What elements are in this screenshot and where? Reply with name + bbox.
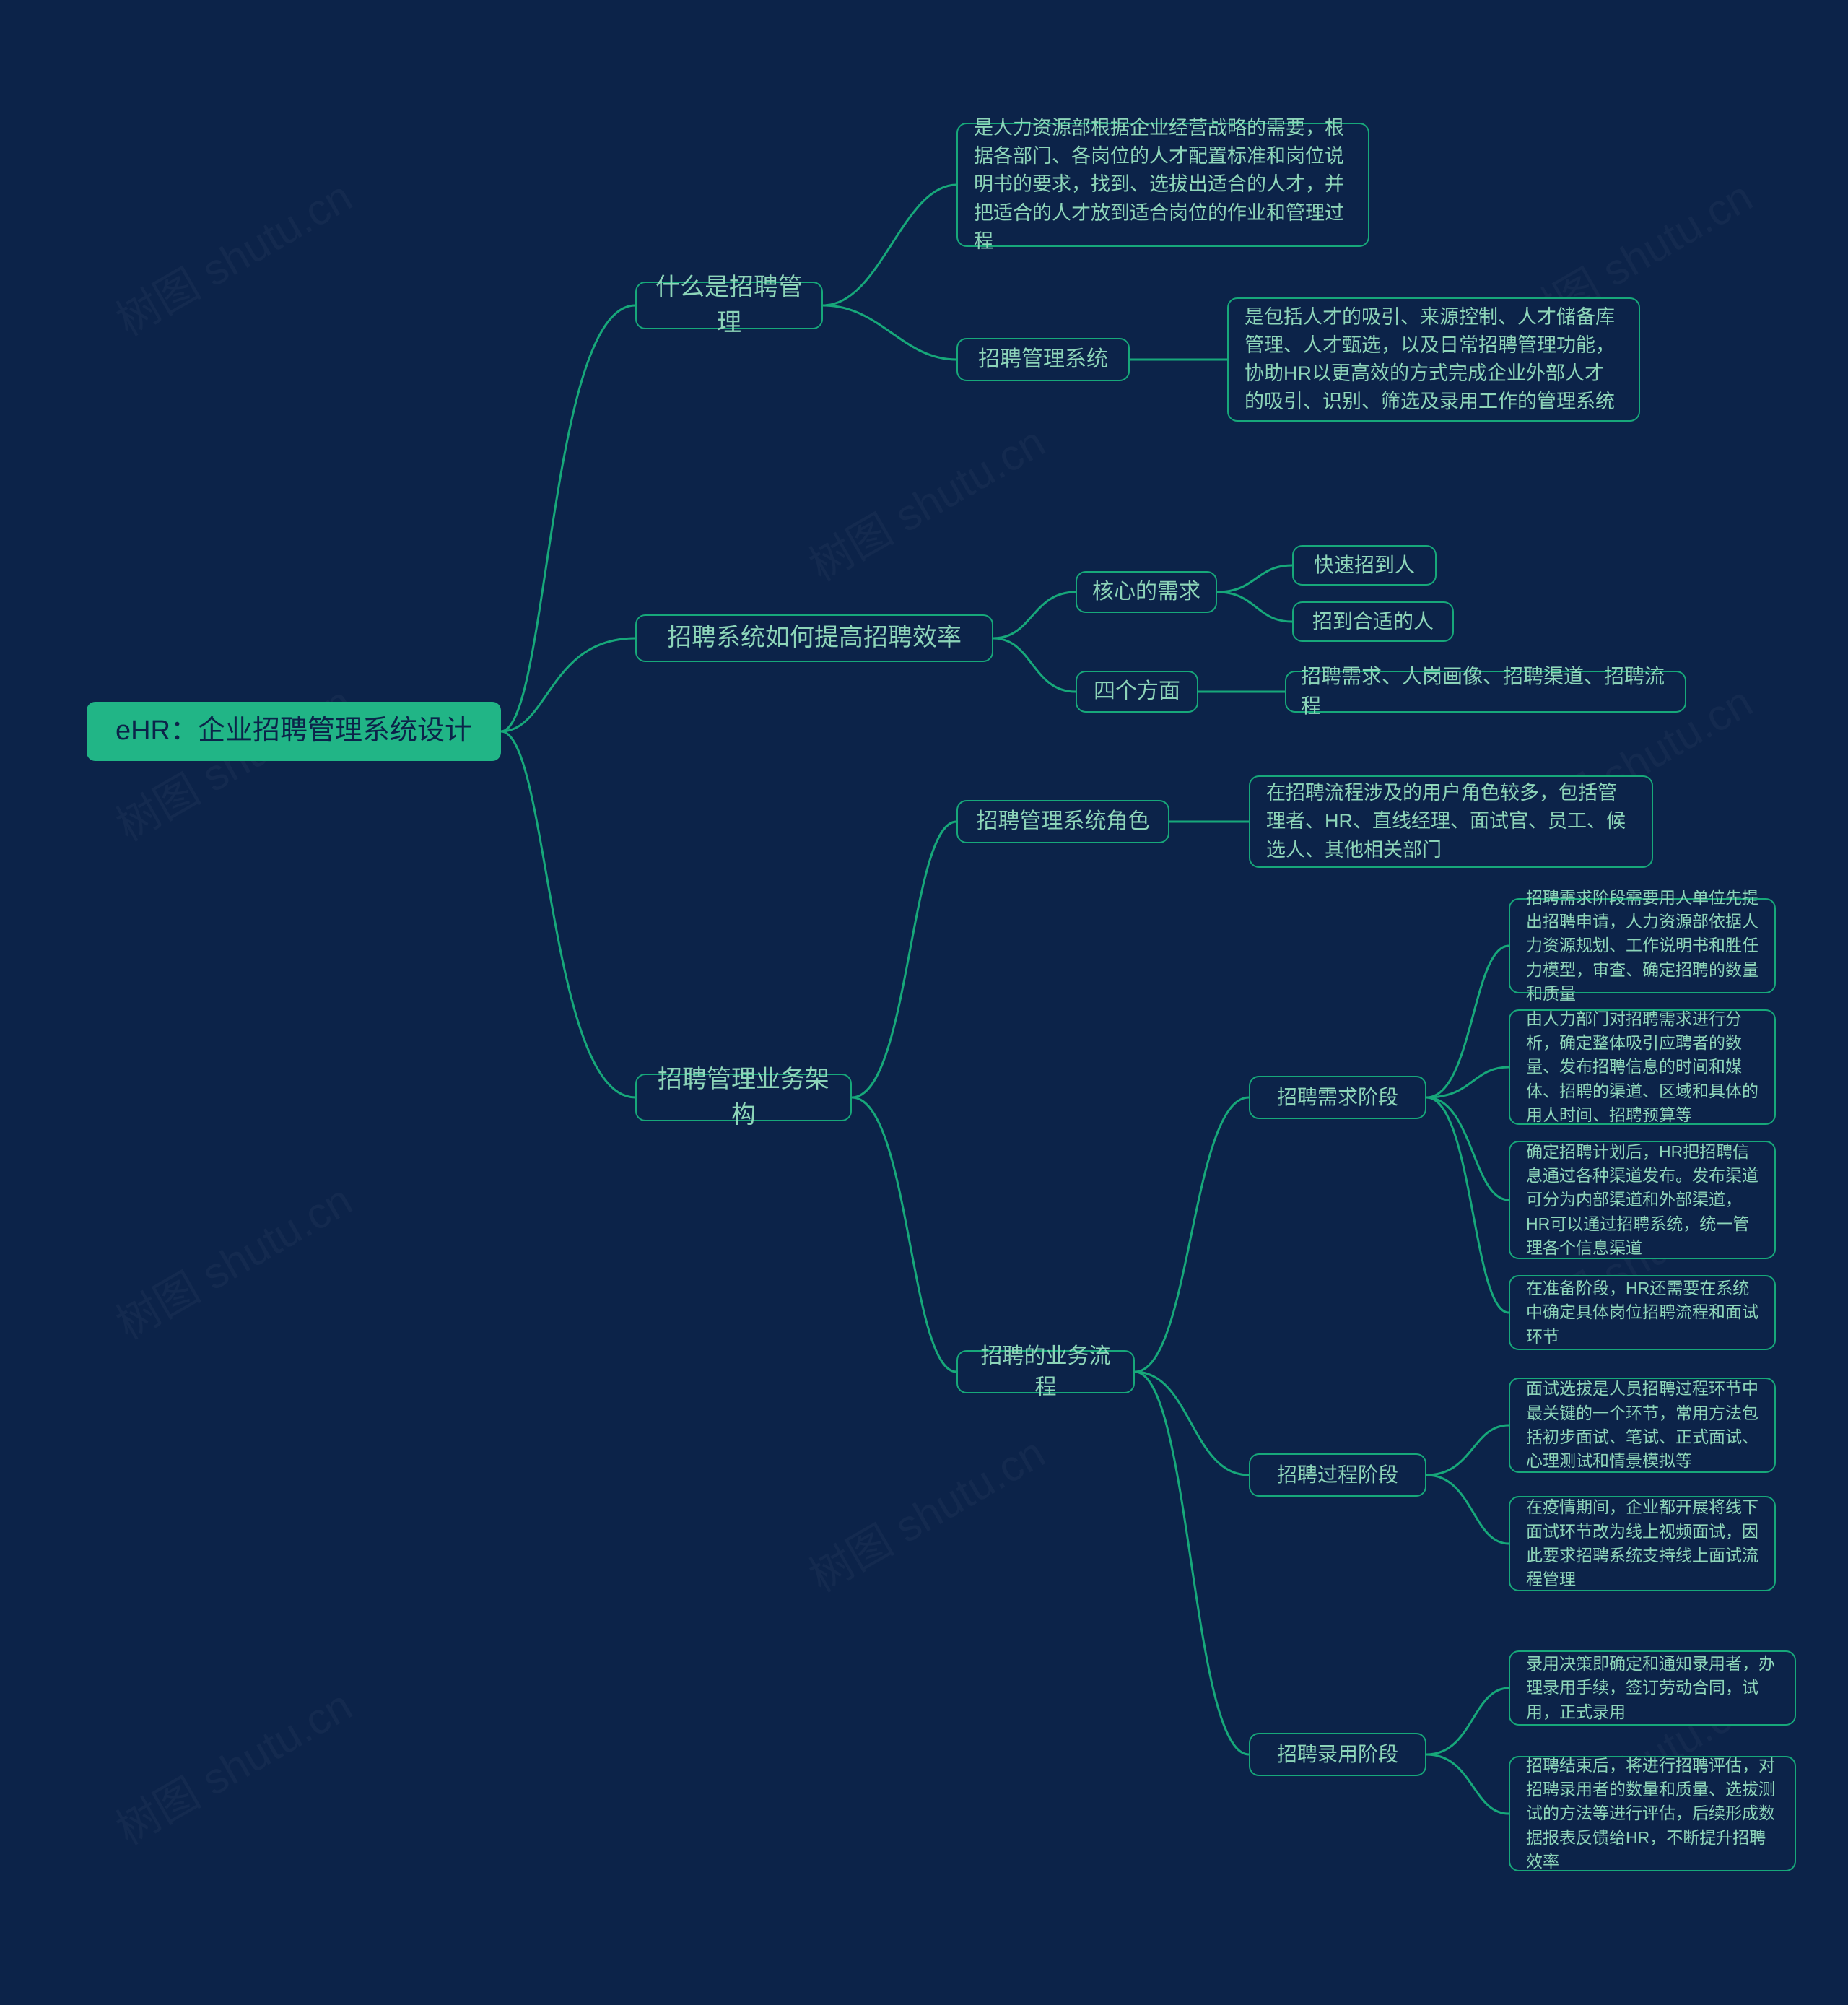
leaf-text: 在疫情期间，企业都开展将线下面试环节改为线上视频面试，因此要求招聘系统支持线上面… (1526, 1495, 1758, 1591)
leaf-text: 面试选拔是人员招聘过程环节中最关键的一个环节，常用方法包括初步面试、笔试、正式面… (1526, 1377, 1758, 1473)
node-label: 核心的需求 (1092, 576, 1200, 608)
leaf-demand-4[interactable]: 在准备阶段，HR还需要在系统中确定具体岗位招聘流程和面试环节 (1509, 1275, 1776, 1350)
leaf-text: 快速招到人 (1314, 551, 1415, 580)
leaf-text: 招聘需求、人岗画像、招聘渠道、招聘流程 (1301, 662, 1670, 721)
leaf-text: 在准备阶段，HR还需要在系统中确定具体岗位招聘流程和面试环节 (1526, 1276, 1758, 1349)
node-label: 招聘管理业务架构 (651, 1062, 836, 1134)
leaf-text: 由人力部门对招聘需求进行分析，确定整体吸引应聘者的数量、发布招聘信息的时间和媒体… (1526, 1007, 1758, 1128)
leaf-hire-fit[interactable]: 招到合适的人 (1292, 601, 1454, 642)
leaf-what-is-desc[interactable]: 是人力资源部根据企业经营战略的需要，根据各部门、各岗位的人才配置标准和岗位说明书… (956, 123, 1369, 247)
node-phase-hire[interactable]: 招聘录用阶段 (1249, 1733, 1426, 1776)
leaf-text: 是人力资源部根据企业经营战略的需要，根据各部门、各岗位的人才配置标准和岗位说明书… (974, 114, 1352, 256)
node-label: 招聘管理系统 (978, 344, 1108, 375)
leaf-fast-hire[interactable]: 快速招到人 (1292, 545, 1437, 586)
node-phase-demand[interactable]: 招聘需求阶段 (1249, 1076, 1426, 1119)
node-core-need[interactable]: 核心的需求 (1076, 571, 1217, 613)
watermark: 树图 shutu.cn (103, 1671, 362, 1857)
node-system-roles[interactable]: 招聘管理系统角色 (956, 800, 1169, 843)
leaf-text: 招聘结束后，将进行招聘评估，对招聘录用者的数量和质量、选拔测试的方法等进行评估，… (1526, 1754, 1779, 1874)
mindmap-canvas: { "watermark": "树图 shutu.cn", "root": { … (0, 0, 1848, 2005)
root-node[interactable]: eHR：企业招聘管理系统设计 (87, 702, 501, 761)
leaf-process-2[interactable]: 在疫情期间，企业都开展将线下面试环节改为线上视频面试，因此要求招聘系统支持线上面… (1509, 1496, 1776, 1591)
leaf-text: 是包括人才的吸引、来源控制、人才储备库管理、人才甄选，以及日常招聘管理功能，协助… (1245, 303, 1623, 417)
node-recruit-mgmt-system[interactable]: 招聘管理系统 (956, 338, 1130, 381)
leaf-hire-2[interactable]: 招聘结束后，将进行招聘评估，对招聘录用者的数量和质量、选拔测试的方法等进行评估，… (1509, 1756, 1796, 1871)
leaf-text: 录用决策即确定和通知录用者，办理录用手续，签订劳动合同，试用，正式录用 (1526, 1652, 1779, 1724)
watermark: 树图 shutu.cn (103, 162, 362, 348)
watermark: 树图 shutu.cn (103, 1166, 362, 1352)
node-label: 招聘系统如何提高招聘效率 (667, 620, 962, 656)
node-label: 四个方面 (1094, 676, 1180, 708)
node-four-aspects[interactable]: 四个方面 (1076, 671, 1198, 713)
node-label: 什么是招聘管理 (651, 270, 807, 342)
leaf-demand-1[interactable]: 招聘需求阶段需要用人单位先提出招聘申请，人力资源部依据人力资源规划、工作说明书和… (1509, 898, 1776, 993)
leaf-text: 确定招聘计划后，HR把招聘信息通过各种渠道发布。发布渠道可分为内部渠道和外部渠道… (1526, 1140, 1758, 1261)
node-label: 招聘的业务流程 (972, 1341, 1119, 1404)
watermark: 树图 shutu.cn (796, 408, 1055, 593)
node-label: 招聘管理系统角色 (977, 806, 1150, 838)
leaf-text: 招到合适的人 (1312, 607, 1434, 637)
node-how-improve[interactable]: 招聘系统如何提高招聘效率 (635, 614, 993, 662)
root-label: eHR：企业招聘管理系统设计 (116, 711, 472, 751)
leaf-text: 招聘需求阶段需要用人单位先提出招聘申请，人力资源部依据人力资源规划、工作说明书和… (1526, 886, 1758, 1006)
leaf-demand-3[interactable]: 确定招聘计划后，HR把招聘信息通过各种渠道发布。发布渠道可分为内部渠道和外部渠道… (1509, 1141, 1776, 1259)
node-what-is[interactable]: 什么是招聘管理 (635, 282, 823, 329)
leaf-process-1[interactable]: 面试选拔是人员招聘过程环节中最关键的一个环节，常用方法包括初步面试、笔试、正式面… (1509, 1378, 1776, 1473)
node-label: 招聘需求阶段 (1277, 1083, 1398, 1113)
node-business-arch[interactable]: 招聘管理业务架构 (635, 1074, 852, 1121)
leaf-text: 在招聘流程涉及的用户角色较多，包括管理者、HR、直线经理、面试官、员工、候选人、… (1266, 779, 1636, 864)
leaf-recruit-mgmt-system-desc[interactable]: 是包括人才的吸引、来源控制、人才储备库管理、人才甄选，以及日常招聘管理功能，协助… (1227, 297, 1640, 422)
leaf-system-roles-desc[interactable]: 在招聘流程涉及的用户角色较多，包括管理者、HR、直线经理、面试官、员工、候选人、… (1249, 775, 1653, 868)
leaf-four-aspects-detail[interactable]: 招聘需求、人岗画像、招聘渠道、招聘流程 (1285, 671, 1686, 713)
node-label: 招聘过程阶段 (1277, 1461, 1398, 1490)
node-business-process[interactable]: 招聘的业务流程 (956, 1350, 1135, 1393)
node-label: 招聘录用阶段 (1277, 1740, 1398, 1770)
node-phase-process[interactable]: 招聘过程阶段 (1249, 1453, 1426, 1497)
leaf-demand-2[interactable]: 由人力部门对招聘需求进行分析，确定整体吸引应聘者的数量、发布招聘信息的时间和媒体… (1509, 1009, 1776, 1125)
leaf-hire-1[interactable]: 录用决策即确定和通知录用者，办理录用手续，签订劳动合同，试用，正式录用 (1509, 1650, 1796, 1726)
watermark: 树图 shutu.cn (796, 1419, 1055, 1604)
